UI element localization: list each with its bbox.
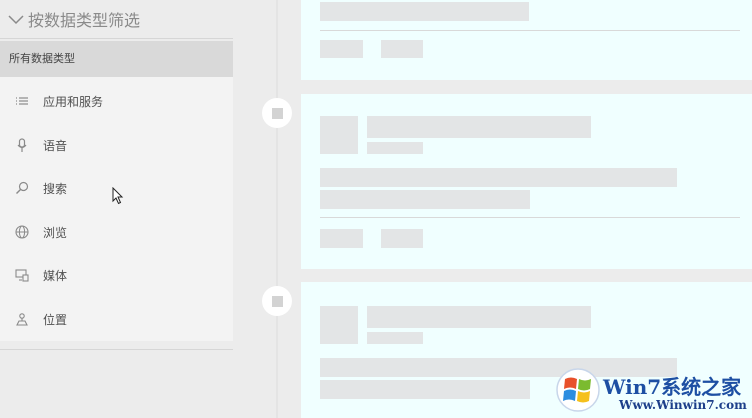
card-divider <box>320 30 740 31</box>
placeholder-button[interactable] <box>381 229 423 248</box>
nav-item-location[interactable]: 位置 <box>0 299 233 339</box>
search-icon <box>14 180 30 196</box>
activity-card <box>301 0 752 80</box>
placeholder-line <box>320 168 677 187</box>
nav-item-label: 应用和服务 <box>43 94 104 109</box>
windows-logo-icon <box>556 368 600 412</box>
list-icon <box>14 93 30 109</box>
card-divider <box>320 217 740 218</box>
nav-item-media[interactable]: 媒体 <box>0 255 233 295</box>
location-icon <box>14 311 30 327</box>
nav-item-label: 语音 <box>43 138 68 153</box>
timeline-line <box>276 0 278 418</box>
placeholder-line <box>320 380 530 399</box>
divider <box>0 349 233 350</box>
watermark-brand: Win7系统之家 <box>603 375 742 399</box>
watermark-site: Www.Winwin7.com <box>619 398 747 412</box>
nav-item-apps-and-services[interactable]: 应用和服务 <box>0 81 233 121</box>
placeholder-button[interactable] <box>381 40 423 58</box>
nav-item-browsing[interactable]: 浏览 <box>0 212 233 252</box>
placeholder-title <box>367 116 591 138</box>
timeline-node <box>262 286 292 316</box>
placeholder-button[interactable] <box>320 229 363 248</box>
nav-item-label: 媒体 <box>43 268 68 283</box>
placeholder-subtitle <box>367 332 423 344</box>
placeholder-button[interactable] <box>320 40 363 58</box>
placeholder-line <box>320 190 530 209</box>
placeholder-thumbnail <box>320 116 358 154</box>
placeholder-title <box>367 306 591 328</box>
globe-icon <box>14 224 30 240</box>
placeholder-subtitle <box>367 142 423 154</box>
microphone-icon <box>14 137 30 153</box>
chevron-down-icon <box>8 15 24 25</box>
filter-by-data-type-toggle[interactable]: 按数据类型筛选 <box>8 8 140 30</box>
divider <box>0 38 233 39</box>
nav-item-label: 搜索 <box>43 181 68 196</box>
all-data-types-item[interactable]: 所有数据类型 <box>0 41 233 77</box>
nav-item-label: 浏览 <box>43 225 68 240</box>
watermark: Win7系统之家 Www.Winwin7.com <box>553 365 752 418</box>
placeholder-thumbnail <box>320 306 358 344</box>
nav-item-voice[interactable]: 语音 <box>0 125 233 165</box>
timeline-node <box>262 98 292 128</box>
nav-item-label: 位置 <box>43 312 68 327</box>
filter-header-label: 按数据类型筛选 <box>28 11 141 30</box>
activity-card <box>301 94 752 269</box>
media-icon <box>14 267 30 283</box>
mouse-cursor-icon <box>112 187 124 205</box>
placeholder-line <box>320 2 529 21</box>
